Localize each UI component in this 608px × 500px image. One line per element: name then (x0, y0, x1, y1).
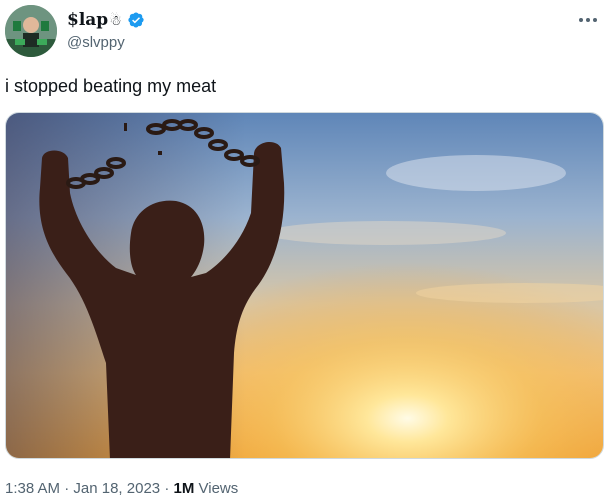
tweet-header: $lap ☃ @slvppy (0, 0, 608, 62)
meta-separator: · (64, 480, 70, 497)
avatar[interactable] (5, 5, 57, 57)
tweet-meta: 1:38 AM · Jan 18, 2023 · 1M Views (5, 480, 238, 497)
tweet-image[interactable] (5, 112, 604, 459)
display-name[interactable]: $lap (67, 10, 108, 30)
snowman-emoji: ☃ (109, 12, 122, 28)
views-label: Views (198, 480, 239, 497)
tweet-time[interactable]: 1:38 AM (5, 480, 60, 497)
verified-badge-icon (128, 12, 144, 28)
sunset-silhouette-image (6, 113, 603, 458)
meta-separator: · (164, 480, 170, 497)
tweet-date[interactable]: Jan 18, 2023 (73, 480, 160, 497)
tweet-text: i stopped beating my meat (5, 76, 217, 96)
user-handle[interactable]: @slvppy (67, 34, 145, 51)
views-count[interactable]: 1M (173, 480, 194, 497)
ellipsis-icon[interactable] (576, 10, 600, 30)
